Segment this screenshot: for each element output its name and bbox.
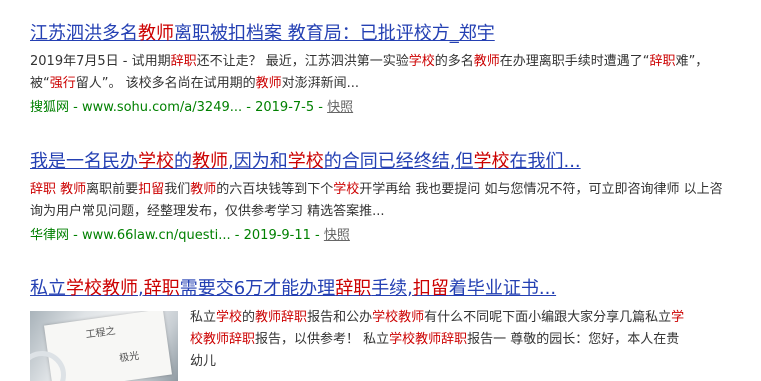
text-segment: 报告和公办 [307, 310, 373, 325]
text-segment: 需要交6万才能办理 [179, 278, 336, 299]
highlighted-keyword: 扣留 [138, 182, 165, 197]
text-segment: 我是一名民办 [30, 151, 138, 172]
text-segment: 留人”。 该校多名尚在试用期的 [75, 76, 256, 91]
highlighted-keyword: 教师 [192, 151, 228, 172]
result-title-link[interactable]: 江苏泗洪多名教师离职被扣档案 教育局：已批评校方_郑宇 [30, 22, 730, 46]
highlighted-keyword: 辞职 [30, 182, 57, 197]
result-source: 搜狐网 [30, 100, 70, 115]
text-segment: 在办理离职手续时遭遇了“ [499, 54, 650, 69]
search-result-2: 我是一名民办学校的教师,因为和学校的合同已经终结,但学校在我们... 辞职 教师… [30, 150, 730, 246]
text-segment: 私立 [190, 310, 217, 325]
result-snippet: 辞职 教师离职前要扣留我们教师的六百块钱等到下个学校开学再给 我也要提问 如与您… [30, 179, 730, 223]
result-url[interactable]: www.66law.cn/questi... [82, 228, 231, 243]
result-source: 华律网 [30, 228, 70, 243]
text-segment: 我们 [164, 182, 191, 197]
highlighted-keyword: 学校教师辞职 [389, 332, 468, 347]
result-date: 2019-7-5 [255, 100, 315, 115]
text-segment: 的 [242, 310, 256, 325]
result-meta: 搜狐网 - www.sohu.com/a/3249... - 2019-7-5 … [30, 100, 354, 115]
result-title-link[interactable]: 我是一名民办学校的教师,因为和学校的合同已经终结,但学校在我们... [30, 150, 730, 174]
highlighted-keyword: 学校 [333, 182, 360, 197]
text-segment: 着毕业证书... [448, 278, 557, 299]
highlighted-keyword: 强行 [49, 76, 76, 91]
text-segment: 离职前要 [86, 182, 139, 197]
result-title-link[interactable]: 私立学校教师,辞职需要交6万才能办理辞职手续,扣留着毕业证书... [30, 277, 730, 301]
text-segment: 的 [174, 151, 192, 172]
result-snippet: 私立学校的教师辞职报告和公办学校教师有什么不同呢下面小编跟大家分享几篇私立学校教… [190, 307, 690, 381]
result-body: 工程之 极光 私立学校的教师辞职报告和公办学校教师有什么不同呢下面小编跟大家分享… [30, 310, 730, 381]
thumbnail-text: 工程之 [84, 325, 117, 341]
text-segment: 还不让走？ 最近，江苏泗洪第一实验 [196, 54, 409, 69]
text-segment: 的六百块钱等到下个 [216, 182, 334, 197]
highlighted-keyword: 学校 [287, 151, 324, 172]
highlighted-keyword: 辞职 [143, 278, 180, 299]
highlighted-keyword: 辞职 [335, 278, 372, 299]
search-result-1: 江苏泗洪多名教师离职被扣档案 教育局：已批评校方_郑宇 2019年7月5日 - … [30, 22, 730, 118]
text-segment: 在我们... [509, 151, 581, 172]
thumbnail-text: 极光 [118, 350, 140, 365]
text-segment: 江苏泗洪多名 [30, 23, 138, 44]
highlighted-keyword: 辞职 [649, 54, 676, 69]
result-thumbnail[interactable]: 工程之 极光 [30, 311, 178, 381]
highlighted-keyword: 学校 [216, 310, 243, 325]
text-segment: 2019年7月5日 - 试用期 [30, 54, 171, 69]
text-segment: 报告，以供参考！ 私立 [255, 332, 390, 347]
highlighted-keyword: 学校 [138, 151, 174, 172]
highlighted-keyword: 教师 [60, 182, 87, 197]
highlighted-keyword: 学校教师 [66, 278, 138, 299]
text-segment: 的多名 [434, 54, 474, 69]
highlighted-keyword: 辞职 [170, 54, 197, 69]
highlighted-keyword: 教师 [473, 54, 500, 69]
highlighted-keyword: 学校 [408, 54, 435, 69]
result-meta: 华律网 - www.66law.cn/questi... - 2019-9-11… [30, 228, 350, 243]
highlighted-keyword: 教师 [138, 23, 174, 44]
text-segment: 有什么不同呢下面小编跟大家分享几篇私立 [424, 310, 672, 325]
result-date: 2019-9-11 [243, 228, 311, 243]
search-result-3: 私立学校教师,辞职需要交6万才能办理辞职手续,扣留着毕业证书... 工程之 极光… [30, 277, 730, 381]
highlighted-keyword: 扣留 [412, 278, 449, 299]
text-segment: 私立 [30, 278, 66, 299]
highlighted-keyword: 教师 [255, 76, 282, 91]
cache-link[interactable]: 快照 [324, 228, 350, 243]
text-segment: 的合同已经终结,但 [323, 151, 474, 172]
highlighted-keyword: 学校教师 [372, 310, 425, 325]
highlighted-keyword: 学校 [473, 151, 510, 172]
cache-link[interactable]: 快照 [327, 100, 353, 115]
highlighted-keyword: 教师辞职 [255, 310, 308, 325]
text-segment: 离职被扣档案 教育局：已批评校方_郑宇 [174, 23, 495, 44]
highlighted-keyword: 教师 [190, 182, 217, 197]
text-segment: ,因为和 [228, 151, 288, 172]
result-snippet: 2019年7月5日 - 试用期辞职还不让走？ 最近，江苏泗洪第一实验学校的多名教… [30, 51, 730, 95]
text-segment: 对澎湃新闻... [281, 76, 360, 91]
text-segment: 手续, [371, 278, 413, 299]
result-url[interactable]: www.sohu.com/a/3249... [82, 100, 242, 115]
